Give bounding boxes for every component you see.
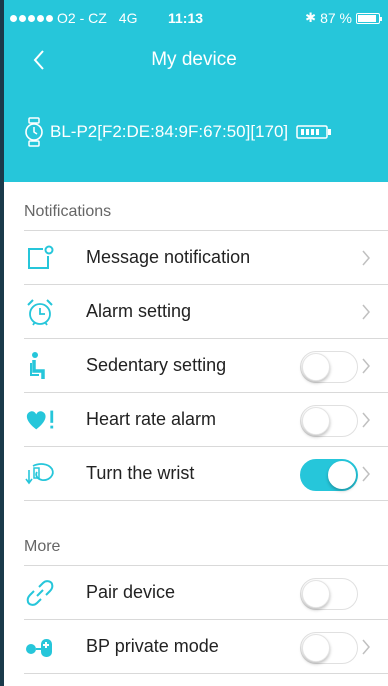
- blood-pressure-icon: [24, 631, 56, 663]
- row-label: BP private mode: [86, 636, 219, 656]
- section-divider: [24, 673, 388, 674]
- message-icon: [24, 242, 56, 274]
- row-label: Turn the wrist: [86, 463, 195, 483]
- row-bp-private-mode[interactable]: BP private mode: [24, 619, 388, 673]
- screen-edge: [0, 0, 4, 686]
- pair-device-toggle[interactable]: [300, 578, 358, 610]
- row-message-notification[interactable]: Message notification: [24, 230, 388, 284]
- watch-icon: [25, 117, 43, 147]
- row-label: Alarm setting: [86, 301, 192, 321]
- row-sedentary-setting[interactable]: Sedentary setting: [24, 338, 388, 392]
- section-divider: [24, 500, 388, 501]
- row-alarm-setting[interactable]: Alarm setting: [24, 284, 388, 338]
- status-right: ✱ 87 %: [305, 10, 382, 26]
- device-info: BL-P2[F2:DE:84:9F:67:50][170]: [24, 117, 374, 147]
- chevron-right-icon: [362, 358, 370, 374]
- row-pair-device[interactable]: Pair device: [24, 565, 388, 619]
- bp-private-toggle[interactable]: [300, 632, 358, 664]
- page-title: My device: [151, 49, 237, 70]
- row-turn-the-wrist[interactable]: Turn the wrist: [24, 446, 388, 500]
- heart-rate-toggle[interactable]: [300, 405, 358, 437]
- app-screen: O2 - CZ 4G 11:13 ✱ 87 % My device BL-P2[…: [0, 0, 388, 686]
- signal-strength-icon: [10, 14, 53, 22]
- phone-battery-icon: [356, 12, 382, 24]
- row-label: Sedentary setting: [86, 355, 227, 375]
- row-label: Message notification: [86, 247, 251, 267]
- navbar: My device: [0, 36, 388, 84]
- link-icon: [24, 577, 56, 609]
- sedentary-toggle[interactable]: [300, 351, 358, 383]
- chevron-right-icon: [362, 412, 370, 428]
- chevron-right-icon: [362, 466, 370, 482]
- row-heart-rate-alarm[interactable]: Heart rate alarm: [24, 392, 388, 446]
- device-battery-icon: [296, 125, 332, 139]
- wrist-turn-icon: [24, 458, 56, 490]
- carrier-label: O2 - CZ: [57, 10, 107, 26]
- battery-percent: 87 %: [320, 10, 352, 26]
- heart-alert-icon: [24, 404, 56, 436]
- header: O2 - CZ 4G 11:13 ✱ 87 % My device BL-P2[…: [0, 0, 388, 182]
- chevron-right-icon: [362, 250, 370, 266]
- chevron-right-icon: [362, 304, 370, 320]
- status-bar: O2 - CZ 4G 11:13 ✱ 87 %: [0, 0, 388, 28]
- section-title-more: More: [24, 538, 61, 555]
- section-title-notifications: Notifications: [24, 203, 112, 220]
- network-label: 4G: [118, 10, 138, 26]
- bluetooth-icon: ✱: [305, 10, 317, 25]
- status-time: 11:13: [168, 10, 204, 26]
- seated-person-icon: [24, 350, 56, 382]
- status-left: O2 - CZ 4G: [10, 10, 137, 26]
- row-label: Pair device: [86, 582, 176, 602]
- alarm-clock-icon: [24, 296, 56, 328]
- row-label: Heart rate alarm: [86, 409, 217, 429]
- chevron-right-icon: [362, 639, 370, 655]
- wrist-turn-toggle[interactable]: [300, 459, 358, 491]
- device-name: BL-P2[F2:DE:84:9F:67:50][170]: [50, 122, 289, 141]
